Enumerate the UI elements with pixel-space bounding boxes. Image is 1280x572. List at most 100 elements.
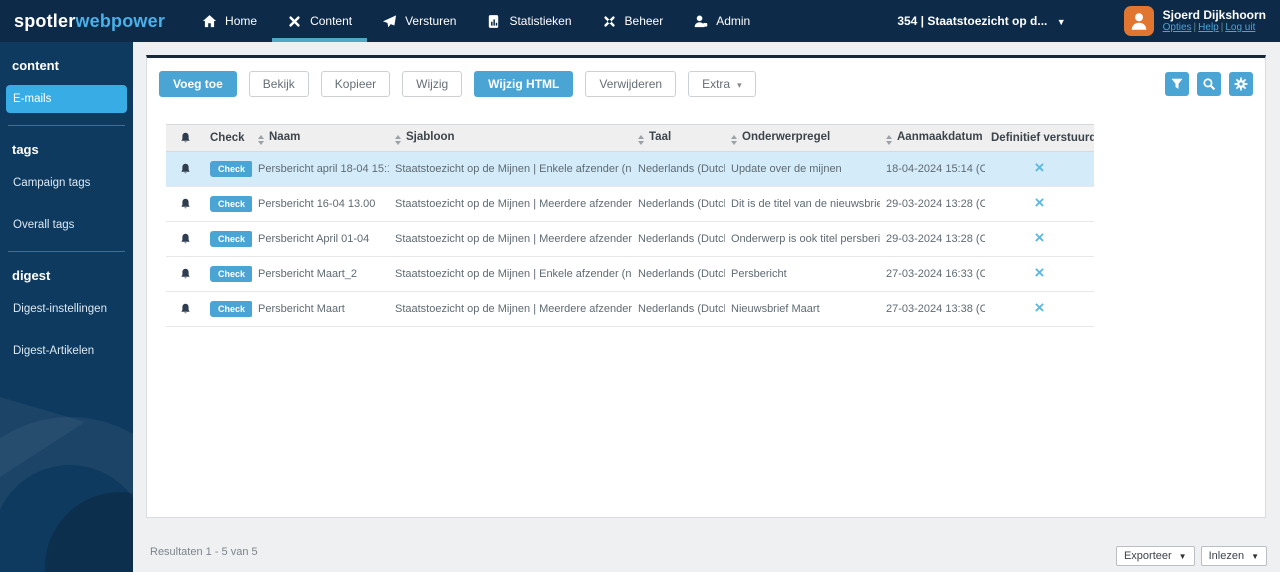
not-sent-icon: × [1034,297,1045,317]
check-button[interactable]: Check [210,161,252,177]
table-row[interactable]: Check Persbericht april 18-04 15:13 Staa… [166,151,1094,187]
import-select[interactable]: Inlezen ▼ [1200,546,1267,566]
notification-bell-icon [180,163,191,175]
check-button[interactable]: Check [210,231,252,247]
add-button[interactable]: Voeg toe [159,71,237,97]
column-label: Aanmaakdatum [897,131,983,143]
cell-definitief: × [985,186,1094,222]
row-bell-cell[interactable] [166,256,204,292]
row-bell-cell[interactable] [166,221,204,257]
cell-aanmaakdatum: 29-03-2024 13:28 (CET) [880,186,985,222]
nav-item-beheer[interactable]: Beheer [587,0,679,42]
extra-label: Extra [702,77,731,91]
export-select-label: Exporteer [1123,550,1172,562]
cell-onderwerpregel: Onderwerp is ook titel persbericht [725,221,880,257]
column-header-bell[interactable] [166,124,204,152]
column-header-naam[interactable]: Naam [252,124,389,152]
nav-item-content[interactable]: Content [272,0,368,42]
cell-aanmaakdatum: 27-03-2024 16:33 (CET) [880,256,985,292]
import-select-label: Inlezen [1208,550,1245,562]
cell-taal: Nederlands (Dutch) [632,186,725,222]
column-header-aanmaakdatum[interactable]: Aanmaakdatum [880,124,985,152]
cell-definitief: × [985,151,1094,187]
check-button[interactable]: Check [210,301,252,317]
sort-icon [886,135,892,145]
nav-item-admin[interactable]: Admin [678,0,765,42]
view-button[interactable]: Bekijk [248,71,309,97]
user-name: Sjoerd Dijkshoorn [1162,8,1266,22]
nav-item-home[interactable]: Home [187,0,272,42]
sidebar-item-campaign-tags[interactable]: Campaign tags [6,169,127,197]
table-row[interactable]: Check Persbericht 16-04 13.00 Staatstoez… [166,186,1094,222]
edit-button[interactable]: Wijzig [402,71,463,97]
cell-naam: Persbericht april 18-04 15:13 [252,151,389,187]
not-sent-icon: × [1034,227,1045,247]
delete-button[interactable]: Verwijderen [585,71,677,97]
link-separator: | [1220,22,1224,33]
sidebar-heading-content: content [12,58,59,73]
help-link[interactable]: Help [1198,22,1219,33]
settings-button[interactable] [1229,72,1253,96]
row-bell-cell[interactable] [166,186,204,222]
sidebar-item-overall-tags[interactable]: Overall tags [6,211,127,239]
row-bell-cell[interactable] [166,151,204,187]
sidebar-item-digest-instellingen[interactable]: Digest-instellingen [6,295,127,323]
check-button[interactable]: Check [210,196,252,212]
column-header-sjabloon[interactable]: Sjabloon [389,124,632,152]
footer-selects: Exporteer ▼ Inlezen ▼ [1110,546,1267,566]
cell-sjabloon: Staatstoezicht op de Mijnen | Enkele afz… [389,256,632,292]
sidebar-decoration [0,397,85,477]
nav-item-statistieken[interactable]: Statistieken [471,0,586,42]
column-header-taal[interactable]: Taal [632,124,725,152]
cell-taal: Nederlands (Dutch) [632,256,725,292]
export-select[interactable]: Exporteer ▼ [1115,546,1195,566]
notification-bell-icon [180,303,191,315]
extra-dropdown-button[interactable]: Extra ▾ [688,71,756,97]
row-check-cell: Check [204,291,252,327]
emails-table: Check Naam Sjabloon Taal Onderwerpregel … [166,124,1094,327]
sidebar-item-emails[interactable]: E-mails [6,85,127,113]
cell-sjabloon: Staatstoezicht op de Mijnen | Meerdere a… [389,221,632,257]
sort-icon [731,135,737,145]
nav-item-versturen[interactable]: Versturen [367,0,471,42]
link-separator: | [1193,22,1197,33]
table-row[interactable]: Check Persbericht Maart_2 Staatstoezicht… [166,256,1094,292]
column-header-check[interactable]: Check [204,124,252,152]
sort-icon [395,135,401,145]
check-button[interactable]: Check [210,266,252,282]
notification-bell-icon [180,233,191,245]
app-logo: spotlerwebpower [14,11,165,32]
cell-taal: Nederlands (Dutch) [632,221,725,257]
home-icon [202,14,217,27]
row-bell-cell[interactable] [166,291,204,327]
avatar[interactable] [1123,6,1154,36]
not-sent-icon: × [1034,262,1045,282]
sort-icon [638,135,644,145]
logout-link[interactable]: Log uit [1225,22,1255,33]
results-count: Resultaten 1 - 5 van 5 [150,546,258,558]
not-sent-icon: × [1034,157,1045,177]
filter-icon [1171,78,1183,89]
search-button[interactable] [1197,72,1221,96]
cell-onderwerpregel: Dit is de titel van de nieuwsbrief [725,186,880,222]
edit-html-button[interactable]: Wijzig HTML [474,71,574,97]
copy-button[interactable]: Kopieer [320,71,391,97]
opties-link[interactable]: Opties [1163,22,1192,33]
column-header-definitief-verstuurd: Definitief verstuurd? [985,124,1094,152]
user-links: Opties | Help | Log uit [1163,22,1266,34]
navbar-right: 354 | Staatstoezicht op d... ▼ Sjoerd Di… [897,0,1280,42]
main-panel: Voeg toe Bekijk Kopieer Wijzig Wijzig HT… [146,55,1266,518]
cell-definitief: × [985,291,1094,327]
user-block: Sjoerd Dijkshoorn Opties | Help | Log uit [1123,6,1266,36]
statistics-icon [489,14,499,28]
filter-button[interactable] [1165,72,1189,96]
tools-icon [603,15,615,27]
nav-label: Beheer [624,14,664,28]
row-check-cell: Check [204,151,252,187]
table-row[interactable]: Check Persbericht Maart Staatstoezicht o… [166,291,1094,327]
account-selector[interactable]: 354 | Staatstoezicht op d... ▼ [897,14,1065,28]
sidebar-item-digest-artikelen[interactable]: Digest-Artikelen [6,337,127,365]
table-row[interactable]: Check Persbericht April 01-04 Staatstoez… [166,221,1094,257]
cell-definitief: × [985,256,1094,292]
column-header-onderwerpregel[interactable]: Onderwerpregel [725,124,880,152]
